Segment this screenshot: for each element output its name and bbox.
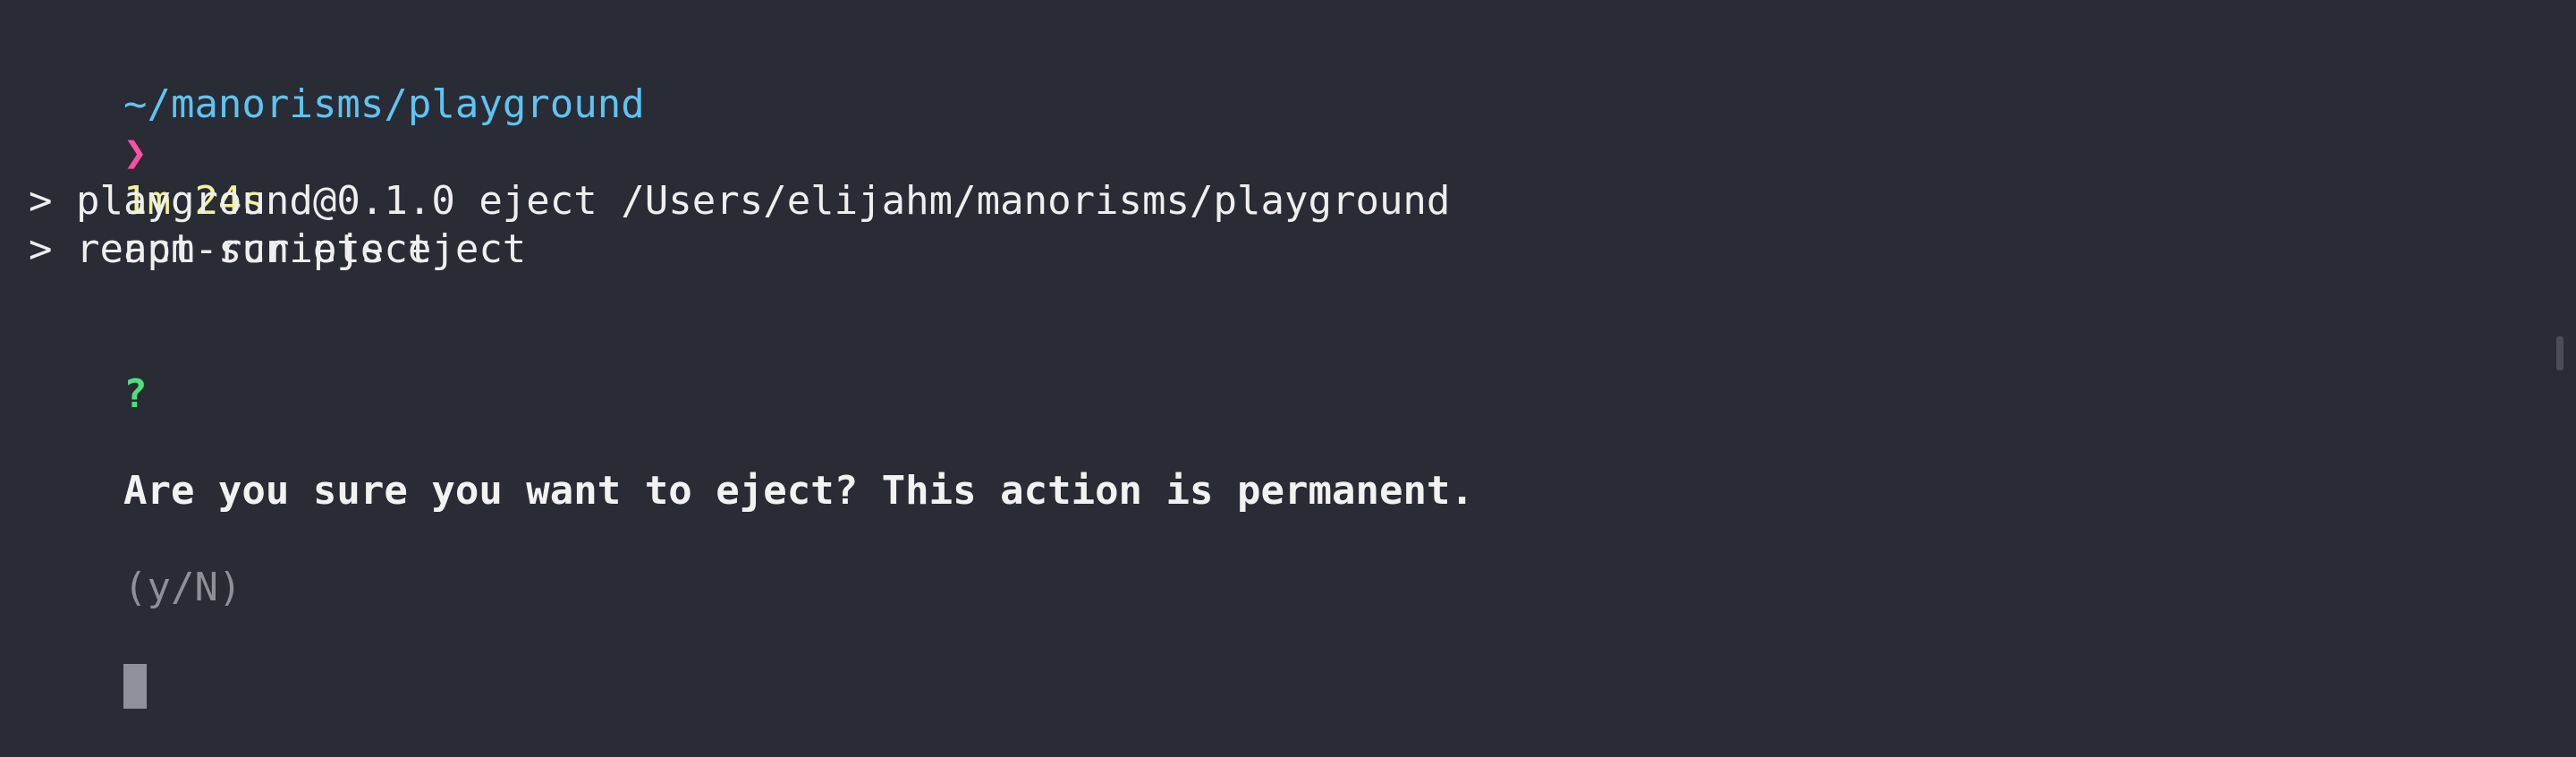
question-text: Are you sure you want to eject? This act… <box>123 468 1474 514</box>
scrollbar-thumb[interactable] <box>2556 336 2563 370</box>
prompt-arrow-icon: ❯ <box>123 130 148 175</box>
command-line: ❯ npm run eject <box>29 81 431 272</box>
output-line-1: > playground@0.1.0 eject /Users/elijahm/… <box>29 178 1451 224</box>
output-line-2: > react-scripts eject <box>29 226 527 272</box>
prompt-line: ~/manorisms/playground 1m 24s <box>29 32 645 224</box>
text-cursor[interactable] <box>123 664 147 709</box>
confirm-prompt[interactable]: ? Are you sure you want to eject? This a… <box>29 322 1474 709</box>
terminal-window[interactable]: ~/manorisms/playground 1m 24s ❯ npm run … <box>0 0 2576 709</box>
question-mark-icon: ? <box>123 371 148 417</box>
answer-hint: (y/N) <box>123 565 242 610</box>
